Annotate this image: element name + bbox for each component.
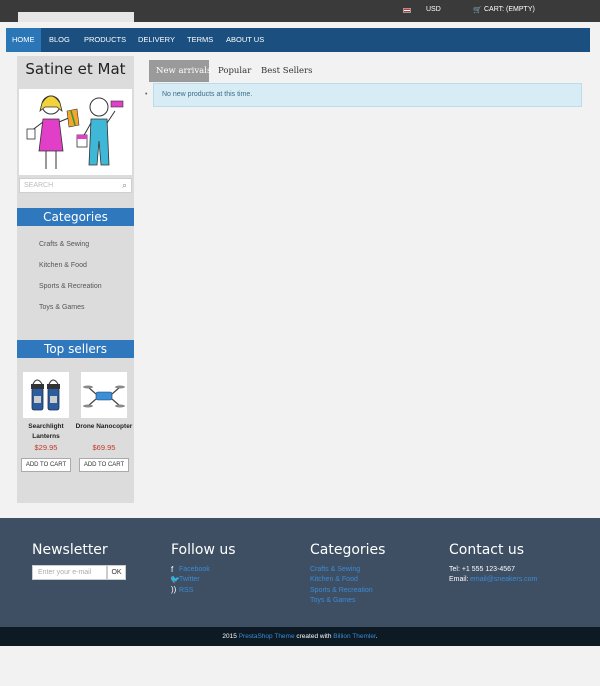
top-bar: USD 🛒 CART: (EMPTY) xyxy=(0,0,600,22)
footer-category-sports[interactable]: Sports & Recreation xyxy=(310,587,373,594)
main-nav: HOME BLOG PRODUCTS DELIVERY TERMS ABOUT … xyxy=(6,28,590,52)
brand-tab xyxy=(18,12,134,22)
sidebar-category-sports[interactable]: Sports & Recreation xyxy=(39,283,102,290)
tab-best-sellers[interactable]: Best Sellers xyxy=(254,60,320,82)
nav-delivery[interactable]: DELIVERY xyxy=(132,28,181,52)
prestashop-theme-link[interactable]: PrestaShop Theme xyxy=(239,633,295,640)
copyright-bar: 2015 PrestaShop Theme created with Billi… xyxy=(0,627,600,646)
footer-link-twitter[interactable]: Twitter xyxy=(179,576,200,583)
nav-blog[interactable]: BLOG xyxy=(43,28,76,52)
product-price-drone: $69.95 xyxy=(92,443,116,452)
billion-themler-link[interactable]: Billion Themler xyxy=(333,633,376,640)
copyright-end: . xyxy=(375,633,378,640)
product-image-drone[interactable] xyxy=(81,372,127,418)
cart-link[interactable]: CART: (EMPTY) xyxy=(484,6,535,13)
no-products-alert: No new products at this time. xyxy=(153,83,582,107)
site-name[interactable]: Satine et Mat xyxy=(17,60,134,78)
nav-about-us[interactable]: ABOUT US xyxy=(220,28,270,52)
search-placeholder: SEARCH xyxy=(24,182,54,189)
cart-icon[interactable]: 🛒 xyxy=(473,6,482,14)
footer-newsletter-title: Newsletter xyxy=(32,542,108,558)
newsletter-email-input[interactable]: Enter your e-mail xyxy=(32,565,107,580)
footer-contact-email-label: Email: xyxy=(449,576,469,583)
nav-terms[interactable]: TERMS xyxy=(181,28,219,52)
product-image-lanterns[interactable] xyxy=(23,372,69,418)
tab-new-arrivals[interactable]: New arrivals xyxy=(149,60,211,82)
footer: Newsletter Enter your e-mail OK Follow u… xyxy=(0,518,600,627)
rss-icon[interactable]: )) xyxy=(171,585,176,594)
add-to-cart-button-drone[interactable]: ADD TO CART xyxy=(79,458,129,472)
product-name-drone[interactable]: Drone Nanocopter xyxy=(75,422,133,432)
product-price-lanterns: $29.95 xyxy=(34,443,58,452)
footer-category-kitchen[interactable]: Kitchen & Food xyxy=(310,576,358,583)
newsletter-ok-button[interactable]: OK xyxy=(107,565,126,580)
product-name-lanterns[interactable]: Searchlight Lanterns xyxy=(17,422,75,442)
sidebar-category-kitchen[interactable]: Kitchen & Food xyxy=(39,262,87,269)
logo-image[interactable] xyxy=(19,89,132,175)
us-flag-icon[interactable] xyxy=(403,8,411,13)
footer-contact-title: Contact us xyxy=(449,542,525,558)
nav-home[interactable]: HOME xyxy=(6,28,41,52)
footer-category-crafts[interactable]: Crafts & Sewing xyxy=(310,566,360,573)
newsletter-placeholder: Enter your e-mail xyxy=(38,569,92,576)
tab-popular[interactable]: Popular xyxy=(211,60,258,82)
top-sellers-title: Top sellers xyxy=(17,340,134,358)
sidebar-category-crafts[interactable]: Crafts & Sewing xyxy=(39,241,89,248)
footer-contact-email[interactable]: email@sneakers.com xyxy=(470,576,537,583)
footer-link-facebook[interactable]: Facebook xyxy=(179,566,210,573)
footer-contact-tel: Tel: +1 555 123-4567 xyxy=(449,566,515,573)
search-input[interactable]: SEARCH ⌕ xyxy=(19,178,132,193)
currency-selector[interactable]: USD xyxy=(426,6,441,13)
search-icon[interactable]: ⌕ xyxy=(122,180,127,191)
footer-link-rss[interactable]: RSS xyxy=(179,587,193,594)
categories-title: Categories xyxy=(17,208,134,226)
facebook-icon[interactable]: f xyxy=(171,565,173,574)
footer-category-toys[interactable]: Toys & Games xyxy=(310,597,356,604)
sidebar: Satine et Mat SEARCH ⌕ Categories Crafts… xyxy=(17,56,134,503)
created-with-text: created with xyxy=(296,633,332,640)
bullet-icon: • xyxy=(145,91,148,98)
copyright-year: 2015 xyxy=(222,633,237,640)
sidebar-category-toys[interactable]: Toys & Games xyxy=(39,304,85,311)
nav-products[interactable]: PRODUCTS xyxy=(78,28,132,52)
footer-categories-title: Categories xyxy=(310,542,386,558)
add-to-cart-button-lanterns[interactable]: ADD TO CART xyxy=(21,458,71,472)
footer-follow-title: Follow us xyxy=(171,542,236,558)
